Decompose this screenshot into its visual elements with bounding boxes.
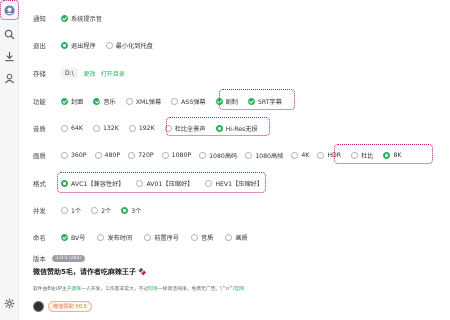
video-360p-radio[interactable]: 360P — [61, 151, 87, 159]
audio-192k-radio[interactable]: 192K — [128, 124, 155, 132]
promo-description: 软件由B站UP主开源库一人开发，工作量非常大，不过阿哥一样简洁纯净，免费无广告。… — [33, 287, 245, 292]
promo-link-site[interactable]: 官网 — [234, 287, 244, 292]
video-480p-radio[interactable]: 480P — [94, 151, 120, 159]
video-label: 画质 — [33, 151, 46, 160]
concurrency-3-radio[interactable]: 3个 — [121, 206, 141, 215]
highlight-format — [57, 172, 266, 193]
promo-title: 微信赞助5毛，请作者吃麻辣王子 🍫 — [33, 268, 148, 276]
concurrency-row: 并发 1个 2个 3个 — [33, 203, 446, 217]
video-1080-highbitrate-radio[interactable]: 1080高码 — [199, 151, 237, 160]
user-icon[interactable] — [3, 72, 16, 85]
storage-row: 存储 D:\ 更改 打开目录 — [33, 66, 446, 80]
open-dir-link[interactable]: 打开目录 — [101, 69, 125, 78]
naming-label: 命名 — [33, 233, 46, 242]
naming-pubtime-checkbox[interactable]: 发布时间 — [97, 233, 132, 242]
concurrency-1-radio[interactable]: 1个 — [61, 206, 81, 215]
highlight-video-hq — [334, 144, 433, 164]
highlight-danmaku-srt — [219, 89, 295, 110]
exit-row: 退出 退出程序 最小化到托盘 — [33, 38, 446, 52]
download-icon[interactable] — [3, 50, 16, 63]
video-720p-radio[interactable]: 720P — [128, 151, 154, 159]
exit-option-tray[interactable]: 最小化到托盘 — [105, 41, 153, 50]
wechat-sponsor-button[interactable]: 微信赞助 ¥0.5 — [48, 301, 92, 312]
naming-row: 命名 BV号 发布时间 前置序号 音质 画质 — [33, 230, 446, 244]
version-row: 版本 1.0.5 (x64) — [33, 251, 446, 265]
highlight-sidebar-avatar — [0, 0, 19, 20]
author-avatar — [33, 301, 44, 312]
feature-xml-checkbox[interactable]: XML弹幕 — [125, 97, 161, 106]
notify-row: 通知 系统提示音 — [33, 11, 446, 25]
search-icon[interactable] — [3, 28, 16, 41]
concurrency-label: 并发 — [33, 206, 46, 215]
naming-prefix-checkbox[interactable]: 前置序号 — [144, 233, 179, 242]
highlight-audio-hq — [166, 117, 270, 136]
exit-label: 退出 — [33, 41, 46, 50]
exit-option-quit[interactable]: 退出程序 — [61, 41, 96, 50]
notify-sound-checkbox[interactable]: 系统提示音 — [61, 14, 102, 23]
naming-audio-checkbox[interactable]: 音质 — [190, 233, 213, 242]
video-1080-highfps-radio[interactable]: 1080高帧 — [245, 151, 283, 160]
settings-icon[interactable] — [3, 297, 16, 310]
sidebar — [0, 0, 19, 320]
audio-label: 音质 — [33, 124, 46, 133]
video-4k-radio[interactable]: 4K — [291, 151, 309, 159]
features-label: 功能 — [33, 97, 46, 106]
naming-bv-checkbox[interactable]: BV号 — [61, 233, 85, 242]
version-label: 版本 — [33, 254, 46, 263]
video-1080p-radio[interactable]: 1080P — [161, 151, 191, 159]
naming-video-checkbox[interactable]: 画质 — [225, 233, 248, 242]
sponsor-area: 微信赞助 ¥0.5 — [33, 301, 92, 312]
audio-132k-radio[interactable]: 132K — [92, 124, 119, 132]
change-dir-link[interactable]: 更改 — [84, 69, 96, 78]
feature-cover-checkbox[interactable]: 封面 — [61, 97, 83, 106]
storage-label: 存储 — [33, 69, 46, 78]
storage-path-field[interactable]: D:\ — [61, 67, 78, 79]
version-badge: 1.0.5 (x64) — [51, 254, 86, 262]
feature-ass-checkbox[interactable]: ASS弹幕 — [171, 97, 206, 106]
promo-link-author[interactable]: 阿哥 — [148, 287, 158, 292]
notify-label: 通知 — [33, 14, 46, 23]
promo-link-repo[interactable]: 开源库 — [67, 287, 81, 292]
audio-64k-radio[interactable]: 64K — [61, 124, 83, 132]
concurrency-2-radio[interactable]: 2个 — [91, 206, 111, 215]
feature-music-checkbox[interactable]: 音乐 — [93, 97, 116, 106]
